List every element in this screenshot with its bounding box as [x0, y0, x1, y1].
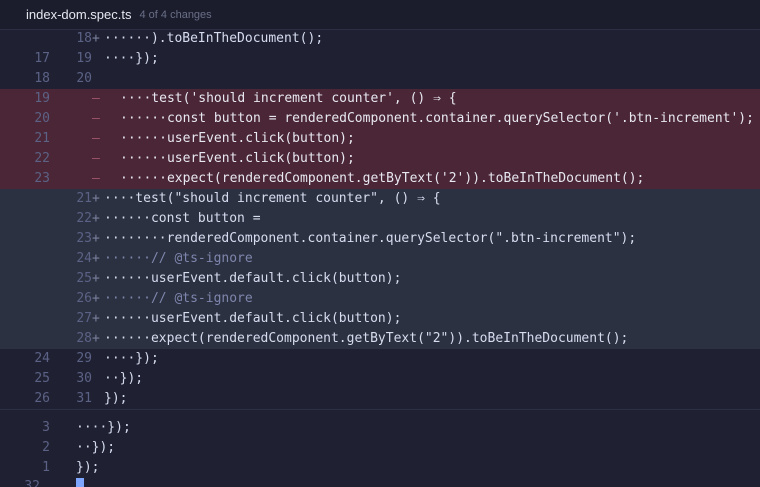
- changes-count: 4 of 4 changes: [139, 8, 212, 21]
- diff-line-context[interactable]: 24 29 ····});: [0, 349, 760, 369]
- diff-line-added[interactable]: 25 + ······userEvent.default.click(button)…: [0, 269, 760, 289]
- diff-marker: —: [92, 111, 100, 126]
- tab-bar: index-dom.spec.ts 4 of 4 changes: [0, 0, 760, 30]
- code-text[interactable]: ··});: [76, 438, 115, 458]
- diff-editor-window: index-dom.spec.ts 4 of 4 changes 18 + ····…: [0, 0, 760, 487]
- diff-line-removed[interactable]: 23 — ······expect(renderedComponent.getByT…: [0, 169, 760, 189]
- code-text[interactable]: ······userEvent.default.click(button);: [104, 269, 401, 289]
- code-text[interactable]: ······userEvent.default.click(button);: [104, 309, 401, 329]
- line-number: 2: [42, 440, 50, 455]
- new-line-number: 23: [76, 231, 92, 246]
- old-line-number: 22: [34, 151, 50, 166]
- code-text[interactable]: ····test('should increment counter', () …: [120, 89, 457, 109]
- code-text[interactable]: ······).toBeInTheDocument();: [104, 29, 323, 49]
- old-line-number: 25: [34, 371, 50, 386]
- diff-marker: +: [92, 231, 100, 246]
- diff-line-removed[interactable]: 19 — ····test('should increment counter', …: [0, 89, 760, 109]
- new-line-number: 28: [76, 331, 92, 346]
- tab-title: index-dom.spec.ts: [26, 7, 132, 22]
- diff-marker: +: [92, 291, 100, 306]
- diff-line-removed[interactable]: 21 — ······userEvent.click(button);: [0, 129, 760, 149]
- code-text[interactable]: ······// @ts-ignore: [104, 249, 253, 269]
- line-number: 1: [42, 460, 50, 475]
- old-line-number: 26: [34, 391, 50, 406]
- new-line-number: 22: [76, 211, 92, 226]
- new-line-number: 30: [76, 371, 92, 386]
- code-text[interactable]: ····test("should increment counter", () …: [104, 189, 441, 209]
- preview-pane[interactable]: 3 ····}); 2 ··}); 1});: [0, 412, 760, 487]
- diff-line-added[interactable]: 23 + ········renderedComponent.container.q…: [0, 229, 760, 249]
- pane-divider[interactable]: [0, 409, 760, 410]
- diff-marker: +: [92, 251, 100, 266]
- line-number: 3: [42, 420, 50, 435]
- diff-line-context[interactable]: 18 + ······).toBeInTheDocument();: [0, 29, 760, 49]
- diff-line-removed[interactable]: 20 — ······const button = renderedComponen…: [0, 109, 760, 129]
- new-line-number: 18: [76, 31, 92, 46]
- line-number: 32: [0, 480, 40, 487]
- code-text[interactable]: ······// @ts-ignore: [104, 289, 253, 309]
- diff-line-added[interactable]: 24 + ······// @ts-ignore: [0, 249, 760, 269]
- preview-line[interactable]: 2 ··});: [0, 438, 760, 458]
- text-cursor: [76, 478, 84, 487]
- diff-line-context[interactable]: 17 19 ····});: [0, 49, 760, 69]
- code-text[interactable]: ······const button =: [104, 209, 261, 229]
- new-line-number: 31: [76, 391, 92, 406]
- diff-line-context[interactable]: 25 30 ··});: [0, 369, 760, 389]
- new-line-number: 29: [76, 351, 92, 366]
- diff-line-removed[interactable]: 22 — ······userEvent.click(button);: [0, 149, 760, 169]
- file-tab[interactable]: index-dom.spec.ts 4 of 4 changes: [0, 0, 212, 29]
- diff-marker: +: [92, 331, 100, 346]
- diff-line-added[interactable]: 27 + ······userEvent.default.click(button)…: [0, 309, 760, 329]
- diff-marker: +: [92, 31, 100, 46]
- old-line-number: 17: [34, 51, 50, 66]
- diff-marker: —: [92, 91, 100, 106]
- code-text[interactable]: ········renderedComponent.container.quer…: [104, 229, 636, 249]
- old-line-number: 19: [34, 91, 50, 106]
- old-line-number: 21: [34, 131, 50, 146]
- code-text[interactable]: ······userEvent.click(button);: [120, 149, 355, 169]
- new-line-number: 27: [76, 311, 92, 326]
- new-line-number: 26: [76, 291, 92, 306]
- code-text[interactable]: ··});: [104, 369, 143, 389]
- preview-line[interactable]: 1});: [0, 458, 760, 478]
- diff-line-context[interactable]: 18 20: [0, 69, 760, 89]
- code-text[interactable]: ······const button = renderedComponent.c…: [120, 109, 754, 129]
- diff-marker: —: [92, 131, 100, 146]
- code-text[interactable]: ····});: [104, 49, 159, 69]
- diff-line-context[interactable]: 26 31});: [0, 389, 760, 409]
- old-line-number: 18: [34, 71, 50, 86]
- old-line-number: 23: [34, 171, 50, 186]
- code-text[interactable]: });: [76, 458, 99, 478]
- diff-marker: —: [92, 151, 100, 166]
- diff-marker: +: [92, 211, 100, 226]
- diff-view[interactable]: 18 + ······).toBeInTheDocument(); 17 19 ····}…: [0, 29, 760, 409]
- new-line-number: 20: [76, 71, 92, 86]
- new-line-number: 24: [76, 251, 92, 266]
- new-line-number: 25: [76, 271, 92, 286]
- code-text[interactable]: });: [104, 389, 127, 409]
- code-text[interactable]: ······expect(renderedComponent.getByText…: [120, 169, 644, 189]
- code-text[interactable]: ····});: [76, 418, 131, 438]
- preview-line[interactable]: 3 ····});: [0, 418, 760, 438]
- old-line-number: 24: [34, 351, 50, 366]
- new-line-number: 21: [76, 191, 92, 206]
- old-line-number: 20: [34, 111, 50, 126]
- diff-line-added[interactable]: 26 + ······// @ts-ignore: [0, 289, 760, 309]
- diff-marker: +: [92, 311, 100, 326]
- diff-marker: +: [92, 191, 100, 206]
- code-text[interactable]: ······userEvent.click(button);: [120, 129, 355, 149]
- diff-line-added[interactable]: 21 + ····test("should increment counter", …: [0, 189, 760, 209]
- code-text[interactable]: ······expect(renderedComponent.getByText…: [104, 329, 628, 349]
- diff-marker: —: [92, 171, 100, 186]
- code-text[interactable]: ····});: [104, 349, 159, 369]
- diff-marker: +: [92, 271, 100, 286]
- diff-line-added[interactable]: 22 + ······const button =: [0, 209, 760, 229]
- diff-line-added[interactable]: 28 + ······expect(renderedComponent.getByT…: [0, 329, 760, 349]
- new-line-number: 19: [76, 51, 92, 66]
